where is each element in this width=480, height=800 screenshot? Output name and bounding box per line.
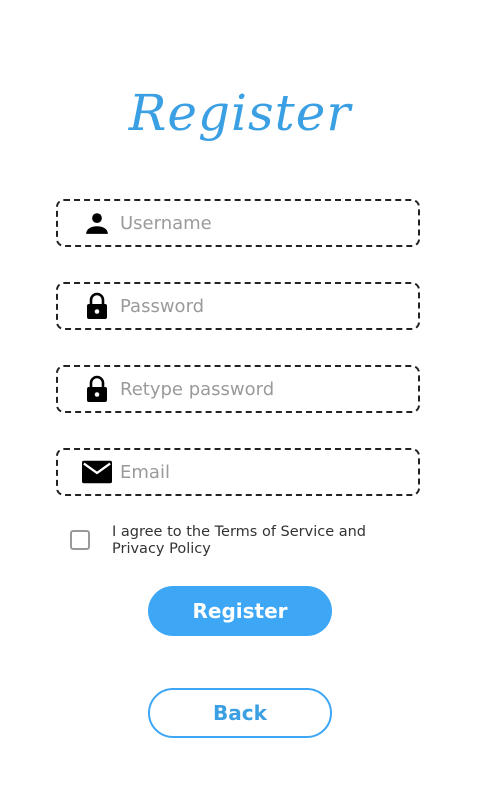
password-input[interactable] bbox=[120, 284, 418, 328]
username-input[interactable] bbox=[120, 201, 418, 245]
terms-label: I agree to the Terms of Service and Priv… bbox=[112, 524, 367, 557]
register-button[interactable]: Register bbox=[148, 586, 332, 636]
username-field[interactable] bbox=[56, 199, 420, 247]
terms-checkbox[interactable] bbox=[70, 530, 90, 550]
password-field[interactable] bbox=[56, 282, 420, 330]
page-title: Register bbox=[128, 84, 352, 142]
person-icon bbox=[82, 208, 112, 238]
retype-password-field[interactable] bbox=[56, 365, 420, 413]
lock-icon bbox=[82, 374, 112, 404]
email-field[interactable] bbox=[56, 448, 420, 496]
back-button[interactable]: Back bbox=[148, 688, 332, 738]
lock-icon bbox=[82, 291, 112, 321]
terms-agreement: I agree to the Terms of Service and Priv… bbox=[70, 524, 400, 558]
mail-icon bbox=[82, 457, 112, 487]
email-input[interactable] bbox=[120, 450, 418, 494]
register-screen: Register I agree to the Terms of Service… bbox=[0, 0, 480, 800]
retype-password-input[interactable] bbox=[120, 367, 418, 411]
